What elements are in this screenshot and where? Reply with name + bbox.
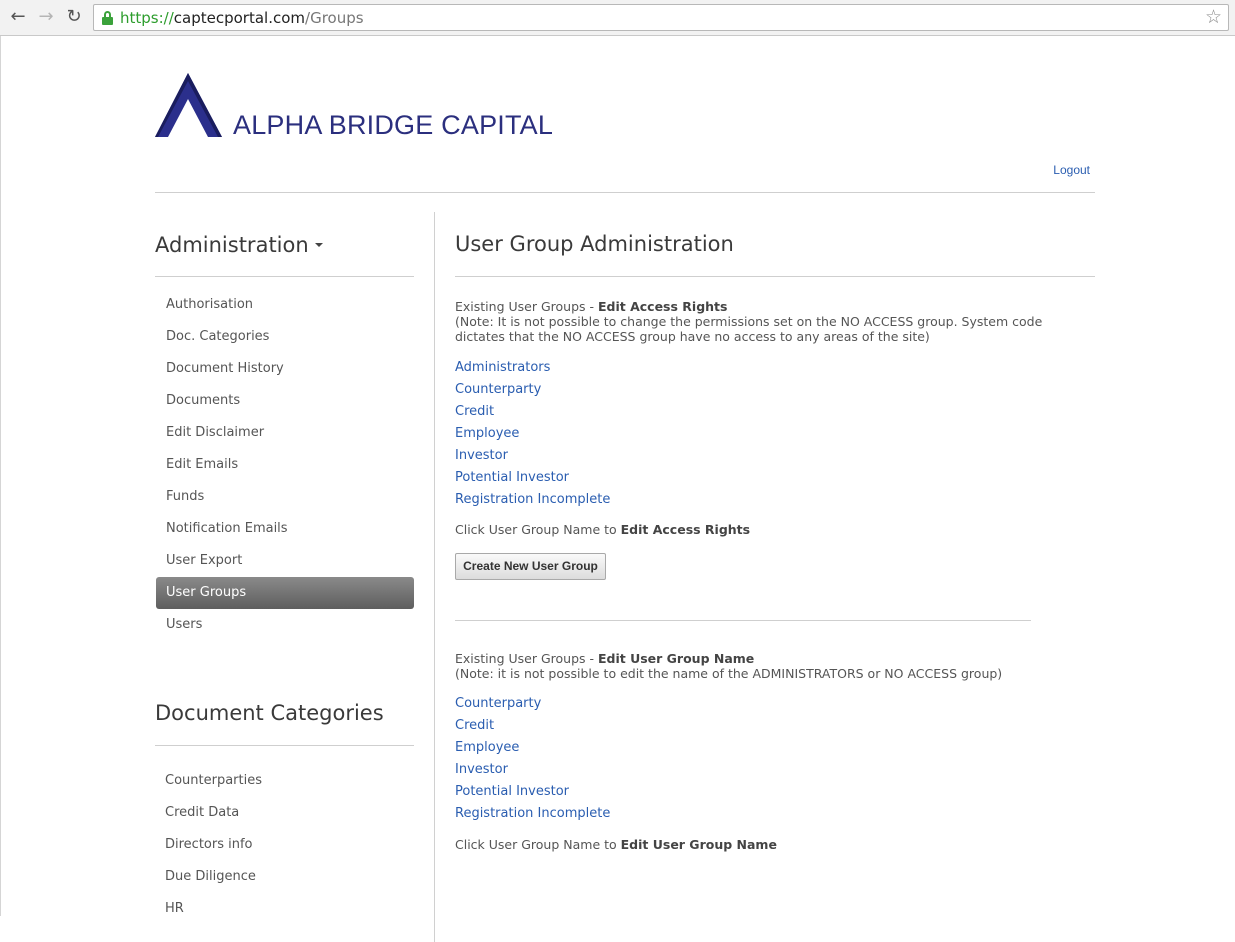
url-scheme: https:// [120, 9, 174, 27]
sidebar-item-user-export[interactable]: User Export [155, 545, 414, 577]
section1-note: (Note: It is not possible to change the … [455, 314, 1043, 344]
address-bar[interactable]: https://captecportal.com/Groups ☆ [93, 4, 1229, 31]
group-name-list: Counterparty Credit Employee Investor Potent… [455, 693, 610, 825]
address-url[interactable]: https://captecportal.com/Groups [120, 9, 364, 27]
section2-lead: Existing User Groups - [455, 651, 598, 666]
sidebar-item-doc-categories[interactable]: Doc. Categories [155, 321, 414, 353]
doc-category-credit-data[interactable]: Credit Data [155, 797, 414, 829]
access-rights-administrators-link[interactable]: Administrators [455, 357, 610, 379]
page-title: User Group Administration [455, 232, 734, 256]
rename-group-investor-link[interactable]: Investor [455, 759, 610, 781]
section1-hint: Click User Group Name to Edit Access Rig… [455, 522, 750, 537]
administration-heading-text: Administration [155, 233, 309, 257]
admin-heading-rule [155, 276, 414, 277]
caret-down-icon [314, 243, 323, 247]
sidebar-item-user-groups[interactable]: User Groups [156, 577, 414, 609]
doc-category-due-diligence[interactable]: Due Diligence [155, 861, 414, 893]
rename-group-potential-investor-link[interactable]: Potential Investor [455, 781, 610, 803]
section-access-rights-intro: Existing User Groups - Edit Access Right… [455, 299, 1095, 344]
section1-lead: Existing User Groups - [455, 299, 598, 314]
sidebar-item-edit-disclaimer[interactable]: Edit Disclaimer [155, 417, 414, 449]
url-host: captecportal.com [173, 9, 306, 27]
rename-group-credit-link[interactable]: Credit [455, 715, 610, 737]
reload-icon[interactable]: ↻ [63, 6, 85, 28]
admin-nav-list: Authorisation Doc. Categories Document His… [155, 289, 414, 641]
section1-lead-bold: Edit Access Rights [597, 299, 728, 314]
sidebar-item-authorisation[interactable]: Authorisation [155, 289, 414, 321]
access-rights-employee-link[interactable]: Employee [455, 423, 610, 445]
title-divider [455, 276, 1095, 277]
section2-hint-text: Click User Group Name to [455, 837, 621, 852]
company-logo [155, 73, 222, 137]
sidebar-item-users[interactable]: Users [155, 609, 414, 641]
section1-hint-text: Click User Group Name to [455, 522, 621, 537]
document-categories-list: Counterparties Credit Data Directors info D… [155, 765, 414, 925]
document-categories-heading: Document Categories [155, 701, 384, 725]
rename-group-counterparty-link[interactable]: Counterparty [455, 693, 610, 715]
section2-hint-bold: Edit User Group Name [620, 837, 777, 852]
rename-group-employee-link[interactable]: Employee [455, 737, 610, 759]
rename-group-registration-incomplete-link[interactable]: Registration Incomplete [455, 803, 610, 825]
forward-arrow-icon[interactable]: → [35, 6, 57, 28]
back-arrow-icon[interactable]: ← [7, 6, 29, 28]
logout-link[interactable]: Logout [1053, 163, 1090, 177]
section2-note: (Note: it is not possible to edit the na… [455, 666, 1003, 681]
sidebar-item-documents[interactable]: Documents [155, 385, 414, 417]
bookmark-star-icon[interactable]: ☆ [1205, 6, 1222, 28]
docs-heading-rule [155, 745, 414, 746]
access-rights-investor-link[interactable]: Investor [455, 445, 610, 467]
sidebar-item-notification-emails[interactable]: Notification Emails [155, 513, 414, 545]
create-new-user-group-button[interactable]: Create New User Group [455, 553, 606, 580]
sidebar-item-edit-emails[interactable]: Edit Emails [155, 449, 414, 481]
administration-menu-heading[interactable]: Administration [155, 233, 323, 257]
access-rights-group-list: Administrators Counterparty Credit Employee… [455, 357, 610, 511]
header-divider [155, 192, 1095, 193]
url-path: /Groups [305, 9, 364, 27]
sidebar-item-funds[interactable]: Funds [155, 481, 414, 513]
access-rights-potential-investor-link[interactable]: Potential Investor [455, 467, 610, 489]
sidebar-item-document-history[interactable]: Document History [155, 353, 414, 385]
doc-category-counterparties[interactable]: Counterparties [155, 765, 414, 797]
lock-icon [102, 11, 113, 25]
browser-toolbar: ← → ↻ https://captecportal.com/Groups ☆ [0, 0, 1235, 36]
access-rights-registration-incomplete-link[interactable]: Registration Incomplete [455, 489, 610, 511]
section-group-name-intro: Existing User Groups - Edit User Group N… [455, 651, 1095, 681]
brand-name: ALPHA BRIDGE CAPITAL [233, 110, 554, 140]
section1-hint-bold: Edit Access Rights [620, 522, 751, 537]
section2-lead-bold: Edit User Group Name [597, 651, 755, 666]
page-edge [0, 36, 1, 916]
section2-hint: Click User Group Name to Edit User Group… [455, 837, 777, 852]
access-rights-counterparty-link[interactable]: Counterparty [455, 379, 610, 401]
access-rights-credit-link[interactable]: Credit [455, 401, 610, 423]
sidebar-divider [434, 212, 435, 942]
doc-category-directors-info[interactable]: Directors info [155, 829, 414, 861]
section-divider [455, 620, 1031, 621]
doc-category-hr[interactable]: HR [155, 893, 414, 925]
